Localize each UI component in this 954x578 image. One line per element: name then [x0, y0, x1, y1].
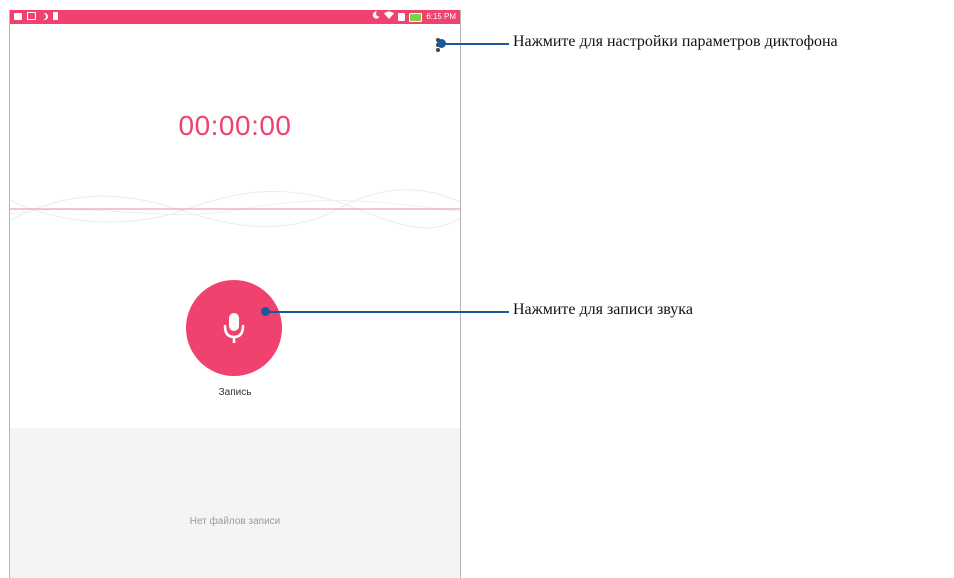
status-bar: 6:15 PM: [10, 10, 460, 24]
waveform: [10, 189, 460, 229]
status-bar-system: 6:15 PM: [372, 11, 456, 23]
moon-icon: [41, 13, 48, 20]
record-button[interactable]: [186, 280, 282, 376]
callout-line-record: [265, 311, 509, 313]
status-bar-notifications: [14, 12, 58, 20]
recorder-screen: 6:15 PM 00:00:00 Запись Нет файлов запис…: [9, 10, 461, 578]
moon-icon: [372, 11, 380, 23]
empty-list-message: Нет файлов записи: [189, 516, 281, 527]
record-label: Запись: [218, 387, 252, 398]
recordings-list: Нет файлов записи: [10, 428, 460, 578]
status-time: 6:15 PM: [426, 12, 456, 21]
callout-line-settings: [441, 43, 509, 45]
callout-settings: Нажмите для настройки параметров диктофо…: [513, 33, 838, 50]
wifi-icon: [384, 11, 395, 23]
cast-icon: [27, 12, 36, 20]
sim-icon: [398, 13, 406, 21]
microphone-icon: [223, 313, 245, 343]
callout-record: Нажмите для записи звука: [513, 301, 693, 318]
recording-timer: 00:00:00: [178, 110, 292, 141]
sd-card-icon: [53, 12, 58, 20]
battery-icon: [409, 12, 423, 22]
canvas: 6:15 PM 00:00:00 Запись Нет файлов запис…: [0, 0, 954, 578]
image-icon: [14, 12, 22, 20]
